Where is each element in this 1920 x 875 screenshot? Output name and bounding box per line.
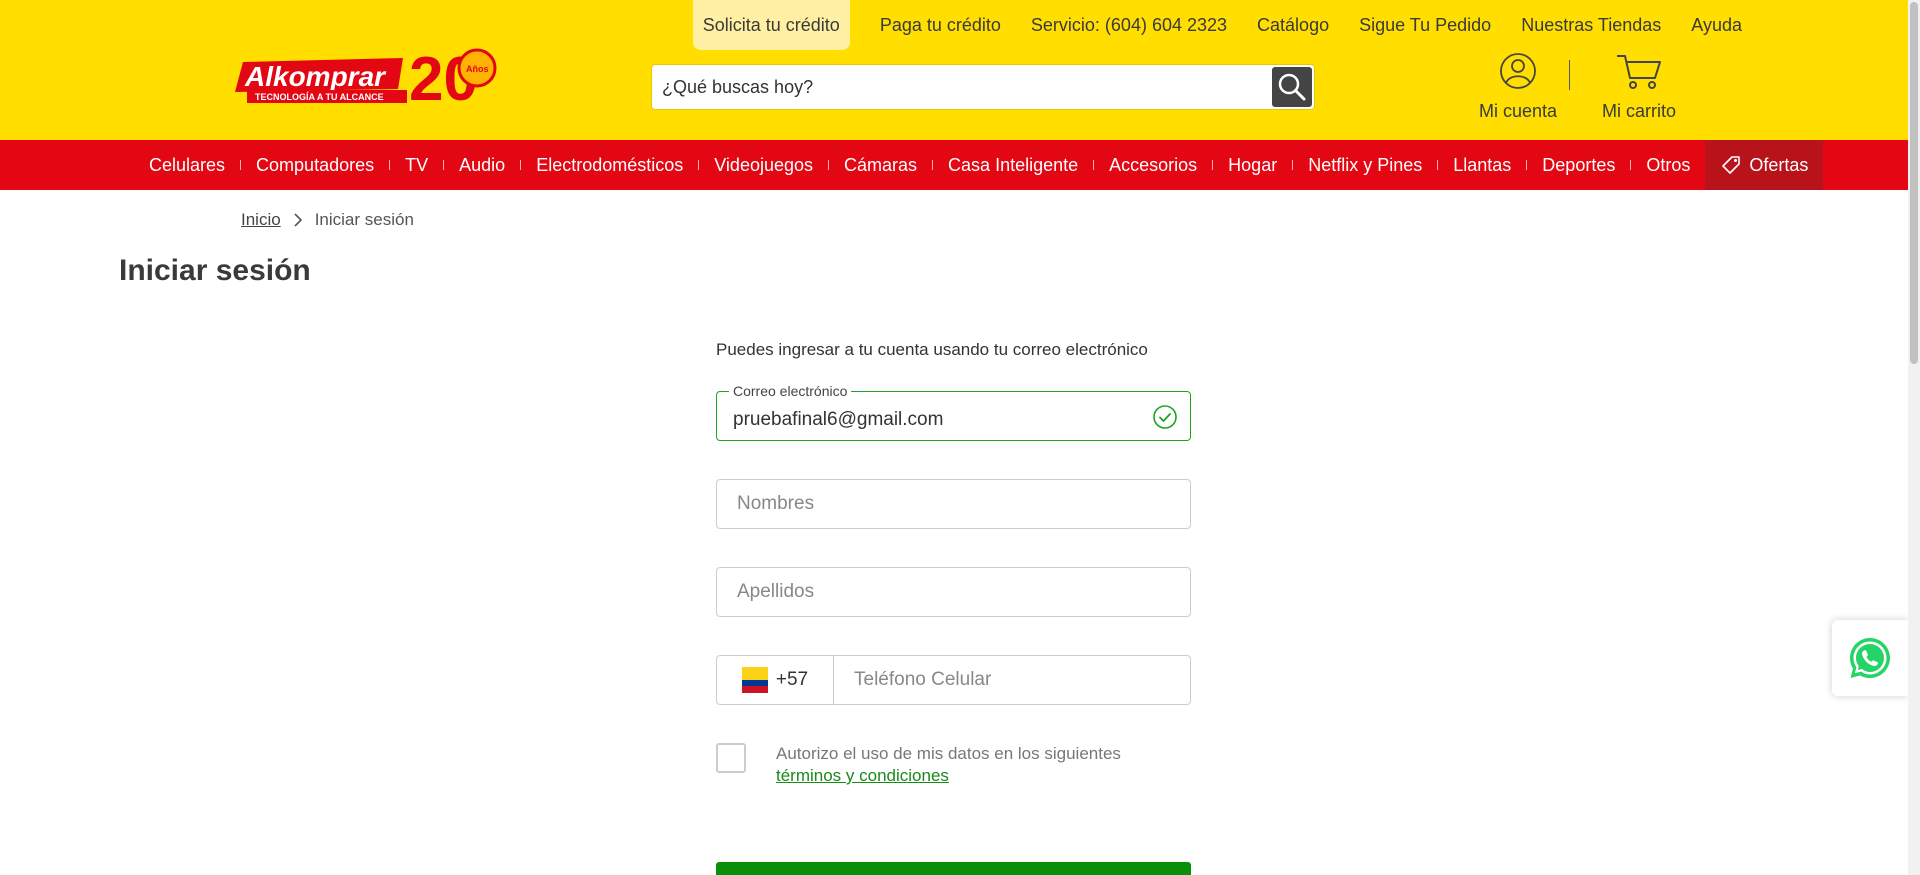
- phone-row: +57: [716, 655, 1191, 705]
- whatsapp-button[interactable]: [1832, 620, 1908, 696]
- consent-checkbox[interactable]: [716, 743, 746, 773]
- nav-item-electrodomesticos[interactable]: Electrodomésticos: [521, 140, 698, 190]
- scrollbar-thumb[interactable]: [1910, 2, 1918, 364]
- header: Alkomprar TECNOLOGÍA A TU ALCANCE 20 Año…: [0, 0, 1908, 140]
- offers-label: Ofertas: [1749, 155, 1809, 175]
- terms-link[interactable]: términos y condiciones: [776, 765, 1121, 787]
- nav-item-celulares[interactable]: Celulares: [134, 140, 240, 190]
- consent-text: Autorizo el uso de mis datos en los sigu…: [776, 743, 1121, 787]
- category-nav: Celulares Computadores TV Audio Electrod…: [0, 140, 1908, 190]
- top-link-servicio[interactable]: Servicio: (604) 604 2323: [1016, 15, 1242, 36]
- submit-button[interactable]: [716, 862, 1191, 875]
- header-divider: [1569, 60, 1570, 90]
- page: Alkomprar TECNOLOGÍA A TU ALCANCE 20 Año…: [0, 0, 1920, 875]
- nav-item-tv[interactable]: TV: [390, 140, 443, 190]
- nav-item-computadores[interactable]: Computadores: [241, 140, 389, 190]
- nav-item-camaras[interactable]: Cámaras: [829, 140, 932, 190]
- consent-label: Autorizo el uso de mis datos en los sigu…: [776, 744, 1121, 763]
- login-form: Puedes ingresar a tu cuenta usando tu co…: [716, 340, 1191, 787]
- alkomprar-logo[interactable]: Alkomprar TECNOLOGÍA A TU ALCANCE 20 Año…: [233, 34, 503, 106]
- names-input[interactable]: [737, 480, 1137, 528]
- email-label: Correo electrónico: [729, 383, 852, 399]
- breadcrumb-home[interactable]: Inicio: [241, 210, 281, 230]
- category-nav-list: Celulares Computadores TV Audio Electrod…: [134, 140, 1824, 190]
- breadcrumb-current: Iniciar sesión: [314, 210, 414, 229]
- search-button[interactable]: [1272, 67, 1312, 107]
- account-label: Mi cuenta: [1478, 101, 1558, 121]
- whatsapp-icon: [1850, 638, 1890, 678]
- nav-item-llantas[interactable]: Llantas: [1438, 140, 1526, 190]
- top-link-paga-credito[interactable]: Paga tu crédito: [865, 15, 1016, 36]
- phone-field: [834, 655, 1191, 705]
- names-field: [716, 479, 1191, 529]
- search-icon: [1278, 73, 1306, 101]
- country-code: +57: [775, 669, 809, 690]
- cart-button[interactable]: Mi carrito: [1583, 52, 1695, 122]
- top-link-sigue-pedido[interactable]: Sigue Tu Pedido: [1344, 15, 1506, 36]
- scrollbar[interactable]: [1908, 0, 1920, 875]
- logo-text: Alkomprar: [244, 61, 387, 92]
- top-link-tiendas[interactable]: Nuestras Tiendas: [1506, 15, 1676, 36]
- check-circle-icon: [1153, 405, 1177, 429]
- surnames-field: [716, 567, 1191, 617]
- search-input[interactable]: [662, 65, 1262, 109]
- chevron-right-icon: [294, 213, 302, 227]
- colombia-flag-icon: [741, 667, 768, 693]
- email-input[interactable]: [733, 400, 1133, 440]
- cart-icon: [1617, 55, 1661, 89]
- surnames-input[interactable]: [737, 568, 1137, 616]
- top-links: Solicita tu crédito Paga tu crédito Serv…: [692, 0, 1757, 50]
- top-link-catalogo[interactable]: Catálogo: [1242, 15, 1344, 36]
- consent-row: Autorizo el uso de mis datos en los sigu…: [716, 743, 1191, 787]
- nav-item-deportes[interactable]: Deportes: [1527, 140, 1630, 190]
- logo-anniversary-sub: Años: [466, 64, 489, 74]
- nav-item-otros[interactable]: Otros: [1631, 140, 1705, 190]
- logo-tagline: TECNOLOGÍA A TU ALCANCE: [255, 92, 384, 102]
- breadcrumb: Inicio Iniciar sesión: [241, 210, 414, 230]
- nav-item-audio[interactable]: Audio: [444, 140, 520, 190]
- user-icon: [1500, 53, 1536, 89]
- page-title: Iniciar sesión: [119, 254, 311, 287]
- form-intro: Puedes ingresar a tu cuenta usando tu co…: [716, 340, 1148, 359]
- top-link-ayuda[interactable]: Ayuda: [1676, 15, 1757, 36]
- tag-icon: [1722, 156, 1741, 174]
- email-field: Correo electrónico: [716, 383, 1191, 441]
- cart-label: Mi carrito: [1601, 101, 1676, 121]
- country-code-select[interactable]: +57: [716, 655, 834, 705]
- nav-item-casa-inteligente[interactable]: Casa Inteligente: [933, 140, 1093, 190]
- nav-item-videojuegos[interactable]: Videojuegos: [699, 140, 828, 190]
- top-link-solicita-credito[interactable]: Solicita tu crédito: [692, 0, 850, 50]
- account-button[interactable]: Mi cuenta: [1475, 52, 1561, 122]
- phone-input[interactable]: [854, 656, 1154, 704]
- nav-item-accesorios[interactable]: Accesorios: [1094, 140, 1212, 190]
- nav-item-ofertas[interactable]: Ofertas: [1705, 140, 1824, 190]
- nav-item-hogar[interactable]: Hogar: [1213, 140, 1292, 190]
- nav-item-netflix-pines[interactable]: Netflix y Pines: [1293, 140, 1437, 190]
- search-bar: [651, 64, 1315, 110]
